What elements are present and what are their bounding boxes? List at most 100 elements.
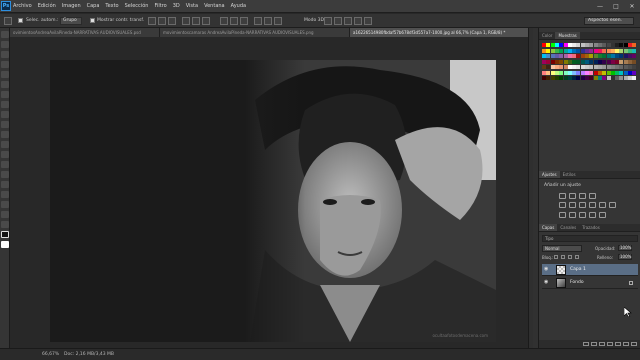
eye-icon[interactable]: ◉ [544,280,550,285]
scale-3d-icon[interactable] [364,17,372,25]
photo-filter-icon[interactable] [599,202,606,208]
document-canvas[interactable]: ocultaafotosdemacena.com [50,60,496,342]
lasso-tool-icon[interactable] [1,51,9,58]
crop-tool-icon[interactable] [1,71,9,78]
dodge-tool-icon[interactable] [1,161,9,168]
lock-transparency-icon[interactable] [554,255,558,259]
lock-pixels-icon[interactable] [561,255,565,259]
menu-capa[interactable]: Capa [84,0,103,13]
channel-mixer-icon[interactable] [609,202,616,208]
tab-styles[interactable]: Estilos [560,171,579,178]
menu-texto[interactable]: Texto [102,0,121,13]
distribute-center-icon[interactable] [230,17,238,25]
adjustment-layer-icon[interactable] [607,342,613,346]
menu-ayuda[interactable]: Ayuda [228,0,249,13]
show-transform-checkbox[interactable] [90,18,95,23]
menu-edicion[interactable]: Edición [35,0,59,13]
tab-layers[interactable]: Capas [539,224,558,231]
color-swatch[interactable] [632,59,637,64]
distribute-right-icon[interactable] [274,17,282,25]
layer-row-capa-1[interactable]: ◉ Capa 1 [542,264,638,276]
menu-imagen[interactable]: Imagen [59,0,84,13]
layer-filter-dropdown[interactable]: Tipo [542,235,638,242]
distribute-left-icon[interactable] [254,17,262,25]
selective-color-icon[interactable] [599,212,606,218]
pen-tool-icon[interactable] [1,171,9,178]
distribute-icon[interactable] [220,17,228,25]
hand-tool-icon[interactable] [1,211,9,218]
menu-filtro[interactable]: Filtro [151,0,169,13]
threshold-icon[interactable] [579,212,586,218]
opacity-field[interactable]: 100% [618,245,632,251]
roll-3d-icon[interactable] [334,17,342,25]
gradient-map-icon[interactable] [589,212,596,218]
auto-select-checkbox[interactable] [18,18,23,23]
gradient-tool-icon[interactable] [1,141,9,148]
menu-archivo[interactable]: Archivo [10,0,35,13]
color-balance-icon[interactable] [579,202,586,208]
zoom-level[interactable]: 66,67% [42,349,59,360]
invert-icon[interactable] [559,212,566,218]
move-tool-icon[interactable] [1,31,9,38]
eye-icon[interactable]: ◉ [544,267,550,272]
tab-channels[interactable]: Canales [557,224,579,231]
marquee-tool-icon[interactable] [1,41,9,48]
tab-color[interactable]: Color [539,32,555,39]
align-top-icon[interactable] [148,17,156,25]
layer-mask-icon[interactable] [599,342,605,346]
tab-document-1[interactable]: ovimientosAndreaAvilaPineda-NARRATIVAS A… [10,28,160,37]
minimize-button[interactable]: — [592,0,608,13]
clone-stamp-tool-icon[interactable] [1,111,9,118]
drag-3d-icon[interactable] [344,17,352,25]
color-swatch[interactable] [632,54,637,58]
new-group-icon[interactable] [615,342,621,346]
foreground-color-icon[interactable] [1,231,9,238]
lock-position-icon[interactable] [568,255,572,259]
distribute-bottom-icon[interactable] [240,17,248,25]
menu-seleccion[interactable]: Selección [122,0,152,13]
color-swatch[interactable] [632,76,637,80]
slide-3d-icon[interactable] [354,17,362,25]
new-layer-icon[interactable] [623,342,629,346]
menu-3d[interactable]: 3D [170,0,183,13]
tab-adjustments[interactable]: Ajustes [539,171,560,178]
align-left-icon[interactable] [182,17,190,25]
layer-row-fondo[interactable]: ◉ Fondo [542,277,638,289]
eraser-tool-icon[interactable] [1,131,9,138]
zoom-tool-icon[interactable] [1,221,9,228]
maximize-button[interactable]: □ [608,0,624,13]
lock-all-icon[interactable] [575,255,579,259]
color-swatch[interactable] [632,48,637,53]
rotate-3d-icon[interactable] [324,17,332,25]
tab-document-3[interactable]: a16226514980fbdaf57b678df3d557a7-1000.jp… [350,28,530,37]
menu-vista[interactable]: Vista [183,0,201,13]
close-button[interactable]: ✕ [624,0,640,13]
color-swatch[interactable] [632,65,637,69]
tab-paths[interactable]: Trazados [579,224,603,231]
posterize-icon[interactable] [569,212,576,218]
color-swatch[interactable] [632,70,637,75]
link-layers-icon[interactable] [583,342,589,346]
blur-tool-icon[interactable] [1,151,9,158]
brush-tool-icon[interactable] [1,101,9,108]
align-bottom-icon[interactable] [168,17,176,25]
auto-select-dropdown[interactable]: Grupo [60,17,82,25]
menu-ventana[interactable]: Ventana [201,0,228,13]
healing-tool-icon[interactable] [1,91,9,98]
align-middle-icon[interactable] [158,17,166,25]
shape-tool-icon[interactable] [1,201,9,208]
levels-icon[interactable] [569,193,576,199]
move-tool-icon[interactable] [4,17,12,25]
black-white-icon[interactable] [589,202,596,208]
brightness-icon[interactable] [559,193,566,199]
exposure-icon[interactable] [589,193,596,199]
curves-icon[interactable] [579,193,586,199]
layer-style-icon[interactable] [591,342,597,346]
workspace-dropdown[interactable]: Aspectos esen. [584,17,634,25]
trash-icon[interactable] [631,342,637,346]
fill-field[interactable]: 100% [618,254,632,260]
type-tool-icon[interactable] [1,181,9,188]
tab-swatches[interactable]: Muestras [555,32,580,39]
history-brush-tool-icon[interactable] [1,121,9,128]
align-right-icon[interactable] [202,17,210,25]
